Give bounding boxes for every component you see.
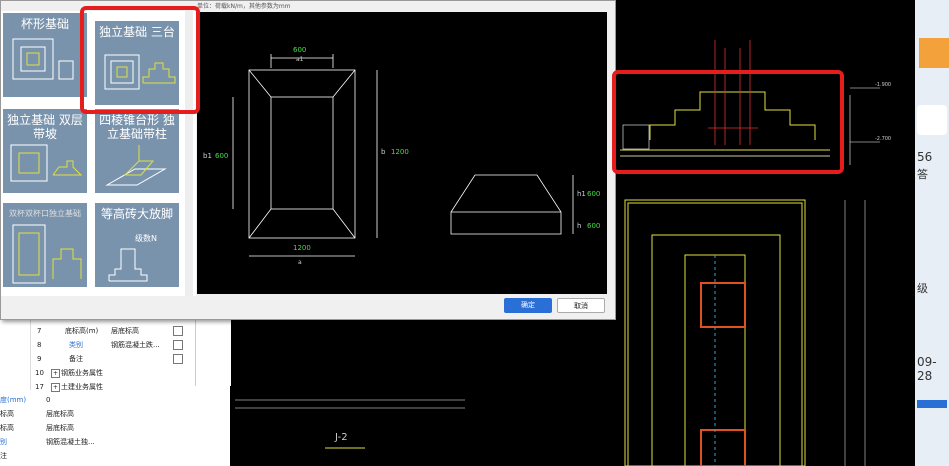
ok-button[interactable]: 确定 [504, 298, 552, 313]
property-panel: 7 底标高(m) 层底标高 8 类别 钢筋混凝土跌... 9 备注 10 + 钢… [0, 310, 231, 466]
double-slope-foundation-icon [10, 144, 83, 182]
property-checkbox[interactable] [173, 326, 183, 336]
blue-bar [917, 400, 947, 408]
cup-foundation-icon [12, 38, 74, 80]
strip-date: 09-28 [917, 355, 937, 383]
elevation-top: -1.900 [875, 82, 891, 88]
background-window-strip: 56 答 级 09-28 [915, 0, 949, 466]
dim-h1-label: h1 [577, 190, 586, 198]
dim-bottom-width: 1200 [293, 244, 311, 252]
property-table: 7 底标高(m) 层底标高 8 类别 钢筋混凝土跌... 9 备注 10 + 钢… [30, 315, 196, 393]
highlight-box-tile [80, 6, 200, 114]
drawing-title: J-2 [334, 432, 348, 443]
brick-footing-icon [108, 248, 148, 282]
property-checkbox[interactable] [173, 340, 183, 350]
lower-row[interactable]: 别 钢筋混凝土独... [0, 436, 100, 448]
lower-property-table: 度(mm) 0 标高 层底标高 标高 层底标高 别 钢筋混凝土独... 注 [0, 394, 100, 466]
dim-top-width: 600 [293, 46, 306, 54]
dialog-header: 单位：荷载kN/m，其他参数为mm [197, 3, 291, 10]
tile-double-cup[interactable]: 双杯双杯口独立基础 [3, 203, 87, 287]
double-cup-foundation-icon [12, 224, 82, 284]
property-row-17[interactable]: 17 + 土建业务属性 [31, 381, 196, 393]
pyramid-foundation-icon [105, 145, 167, 186]
lower-dimension-line [235, 399, 465, 409]
dim-b-value: 1200 [391, 148, 409, 156]
strip-label-level: 级 [917, 282, 928, 295]
dim-bottom-label: a [298, 259, 302, 266]
elevation-bottom: -2.700 [875, 136, 891, 142]
strip-number: 56 [917, 150, 933, 164]
expand-icon[interactable]: + [51, 382, 60, 392]
dim-h-value: 600 [587, 222, 600, 230]
lower-row[interactable]: 注 [0, 450, 100, 462]
property-row-9[interactable]: 9 备注 [31, 353, 196, 365]
preview-drawing: 600 a1 b1 600 b 1200 1200 a h1 600 h 600 [203, 46, 600, 266]
dim-h1-value: 600 [587, 190, 600, 198]
property-row-8[interactable]: 8 类别 钢筋混凝土跌... [31, 339, 196, 351]
property-row-10[interactable]: 10 + 钢筋业务属性 [31, 367, 196, 379]
foundation-plan [624, 199, 866, 466]
tile-independent-double-slope[interactable]: 独立基础 双层带坡 [3, 109, 87, 193]
strip-label-answer: 答 [917, 168, 928, 181]
lower-row[interactable]: 标高 层底标高 [0, 408, 100, 420]
foundation-preview: 600 a1 b1 600 b 1200 1200 a h1 600 h 600 [197, 12, 607, 294]
dim-b-label: b [381, 148, 386, 156]
property-checkbox[interactable] [173, 354, 183, 364]
tile-equal-brick-footing[interactable]: 等高砖大放脚 级数N [95, 203, 179, 287]
dim-top-label: a1 [296, 56, 304, 63]
tile-cup-foundation[interactable]: 杯形基础 [3, 13, 87, 97]
highlight-box-elevation [612, 70, 844, 174]
white-card [917, 105, 947, 135]
tile-pyramid-with-column[interactable]: 四棱锥台形 独立基础带柱 [95, 109, 179, 193]
expand-icon[interactable]: + [51, 368, 60, 378]
property-row-7[interactable]: 7 底标高(m) 层底标高 [31, 325, 196, 337]
lower-row[interactable]: 标高 层底标高 [0, 422, 100, 434]
orange-badge [919, 38, 949, 68]
dim-b1-label: b1 [203, 152, 212, 160]
side-box [195, 310, 231, 386]
cancel-button[interactable]: 取消 [557, 298, 605, 313]
dim-b1-value: 600 [215, 152, 228, 160]
lower-row[interactable]: 度(mm) 0 [0, 394, 100, 406]
dim-h-label: h [577, 222, 581, 230]
